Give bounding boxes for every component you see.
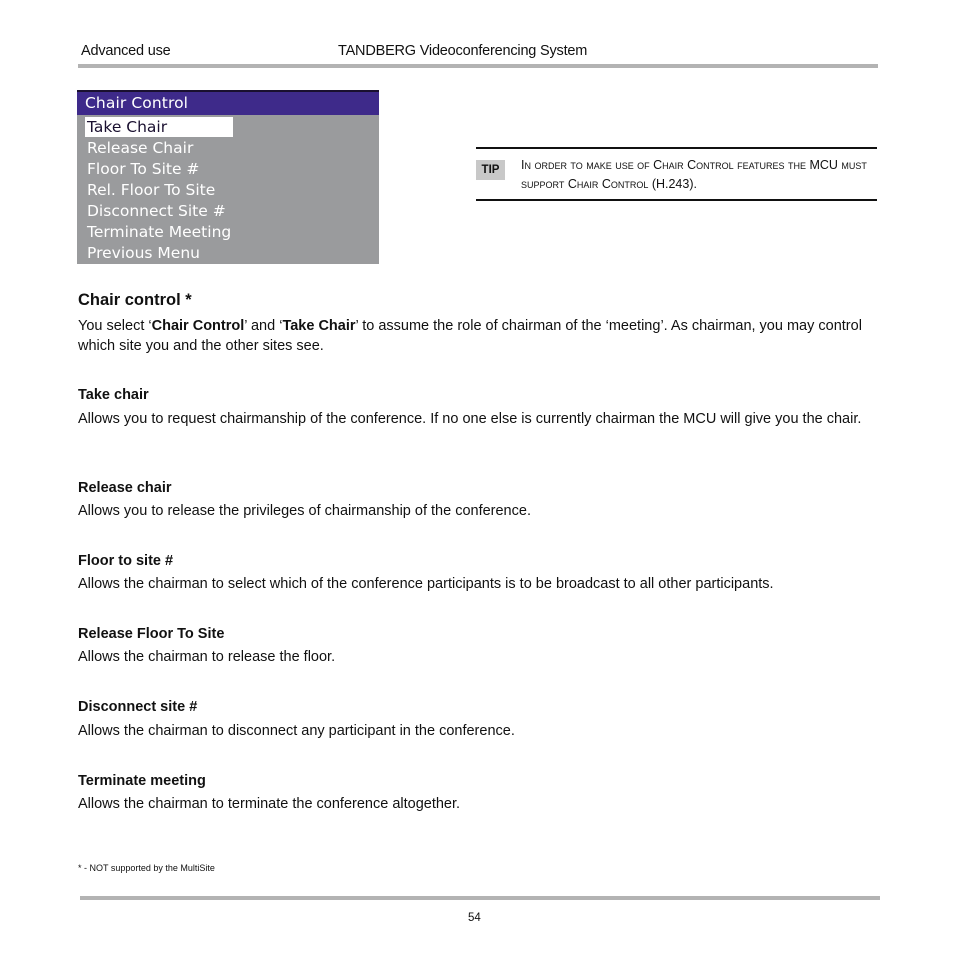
osd-menu-item-terminate-meeting: Terminate Meeting [87, 223, 232, 241]
tip-badge: TIP [476, 160, 505, 180]
osd-menu-item-disconnect-site: Disconnect Site # [87, 202, 226, 220]
subsection-text: Allows you to release the privileges of … [78, 503, 531, 519]
intro-text: You select ‘ [78, 318, 152, 334]
subsection-heading: Terminate meeting [78, 773, 206, 789]
footer-rule [80, 896, 880, 900]
osd-menu-item-rel-floor-to-site: Rel. Floor To Site [87, 181, 216, 199]
section-heading: Chair control * [78, 291, 192, 309]
header-section: Advanced use [81, 43, 171, 59]
subsection-text: Allows the chairman to disconnect any pa… [78, 723, 515, 739]
subsection-text: Allows the chairman to release the floor… [78, 649, 336, 665]
osd-menu-item-floor-to-site: Floor To Site # [87, 160, 200, 178]
subsection-heading: Release chair [78, 480, 172, 496]
subsection-text: Allows the chairman to select which of t… [78, 576, 774, 592]
subsection-heading: Take chair [78, 387, 149, 403]
header-title: TANDBERG Videoconferencing System [338, 43, 588, 59]
tip-rule-top [476, 147, 877, 149]
intro-bold-chair-control: Chair Control [151, 318, 245, 334]
section-intro: You select ‘Chair Control’ and ‘Take Cha… [78, 317, 878, 356]
subsection-heading: Release Floor To Site [78, 626, 225, 642]
osd-menu-item-previous-menu: Previous Menu [87, 244, 200, 262]
subsection-heading: Floor to site # [78, 553, 174, 569]
subsection-text: Allows the chairman to terminate the con… [78, 796, 461, 812]
intro-text: ’ and ‘ [244, 318, 283, 334]
osd-menu-screenshot: Chair Control Take Chair Release Chair F… [77, 90, 379, 264]
footnote: * - NOT supported by the MultiSite [78, 863, 215, 873]
header-rule [78, 64, 878, 68]
osd-menu-title: Chair Control [77, 90, 379, 115]
page-number: 54 [468, 912, 481, 924]
tip-text: In order to make use of Chair Control fe… [521, 158, 867, 191]
subsection-heading: Disconnect site # [78, 699, 198, 715]
subsection-text: Allows you to request chairmanship of th… [78, 411, 862, 427]
tip-rule-bottom [476, 199, 877, 201]
osd-menu-item-take-chair: Take Chair [85, 117, 233, 137]
intro-bold-take-chair: Take Chair [282, 318, 356, 334]
osd-menu-item-release-chair: Release Chair [87, 139, 194, 157]
